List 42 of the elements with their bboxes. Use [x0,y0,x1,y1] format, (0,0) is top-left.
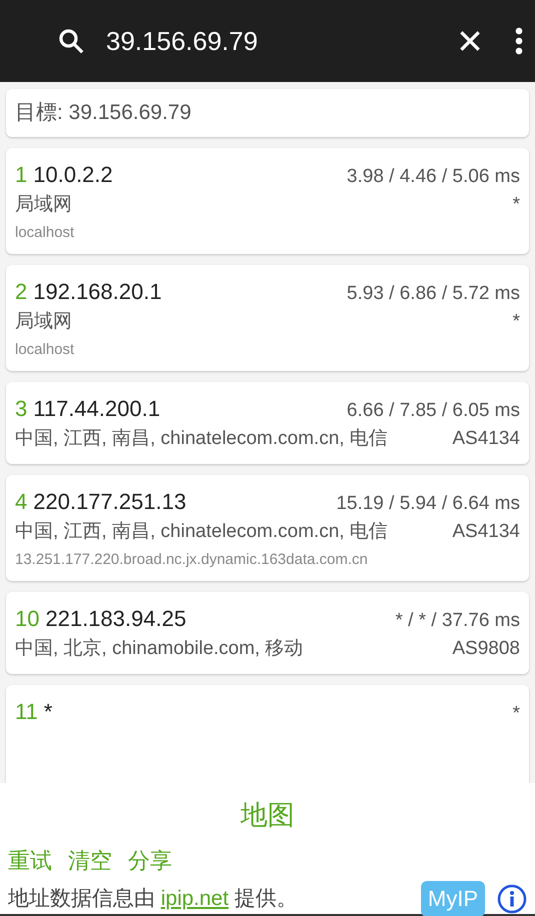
hop-number: 3 [15,395,28,423]
hop-card[interactable]: 10 221.183.94.25 * / * / 37.76 ms 中国, 北京, chinamobile.com, 移动 AS9808 [6,592,529,674]
hop-ip: 220.177.251.13 [33,488,186,516]
hop-times: * [512,702,520,726]
hop-number: 1 [15,161,28,189]
hop-times: * / * / 37.76 ms [395,609,520,633]
hop-asn: AS4134 [452,520,520,544]
hop-number: 11 [15,698,38,726]
hop-asn: * [512,192,520,217]
hop-card[interactable]: 11 * * [6,685,529,783]
hop-location: 中国, 江西, 南昌, chinatelecom.com.cn, 电信 [15,426,388,451]
hop-number: 4 [15,488,28,516]
hop-times: 6.66 / 7.85 / 6.05 ms [346,399,520,423]
target-text: 目標: 39.156.69.79 [15,100,192,126]
hop-card[interactable]: 1 10.0.2.2 3.98 / 4.46 / 5.06 ms 局域网 * localhost [6,148,529,254]
hop-location: 局域网 [15,192,72,217]
hop-hostname: localhost [15,340,76,360]
search-query[interactable]: 39.156.69.79 [106,22,457,60]
hop-ip: * [44,698,52,726]
hop-ip: 10.0.2.2 [33,161,113,189]
hop-location: 中国, 北京, chinamobile.com, 移动 [15,636,304,661]
hop-asn: * [512,310,520,334]
hop-hostname: 13.251.177.220.broad.nc.jx.dynamic.163data.com.cn [15,550,369,570]
hop-ip: 192.168.20.1 [33,278,162,306]
hop-times: 3.98 / 4.46 / 5.06 ms [346,165,520,189]
hop-number: 2 [15,278,28,306]
hop-times: 5.93 / 6.86 / 5.72 ms [346,282,520,306]
hop-ip: 221.183.94.25 [45,605,186,633]
hop-location: 局域网 [15,310,72,334]
info-icon[interactable] [497,884,527,914]
credit-text: 地址数据信息由 ipip.net 提供。 [8,886,298,912]
hop-asn: AS9808 [452,636,520,661]
hop-times: 15.19 / 5.94 / 6.64 ms [336,492,520,516]
hop-card[interactable]: 2 192.168.20.1 5.93 / 6.86 / 5.72 ms 局域网 * localhost [6,265,529,371]
hop-asn: AS4134 [452,426,520,451]
hop-number: 10 [15,605,40,633]
hop-location: 中国, 江西, 南昌, chinatelecom.com.cn, 电信 [15,520,388,544]
hop-ip: 117.44.200.1 [33,395,160,423]
hop-hostname: localhost [15,223,76,243]
more-icon[interactable] [515,27,523,55]
hop-card[interactable]: 4 220.177.251.13 15.19 / 5.94 / 6.64 ms 中国, 江西, 南昌, chinatelecom.com.cn, 电信 AS4134 13.251.177.220.broad.nc.jx.dynamic.163data.com.cn [6,475,529,581]
hop-card[interactable]: 3 117.44.200.1 6.66 / 7.85 / 6.05 ms 中国, 江西, 南昌, chinatelecom.com.cn, 电信 AS4134 [6,382,529,464]
